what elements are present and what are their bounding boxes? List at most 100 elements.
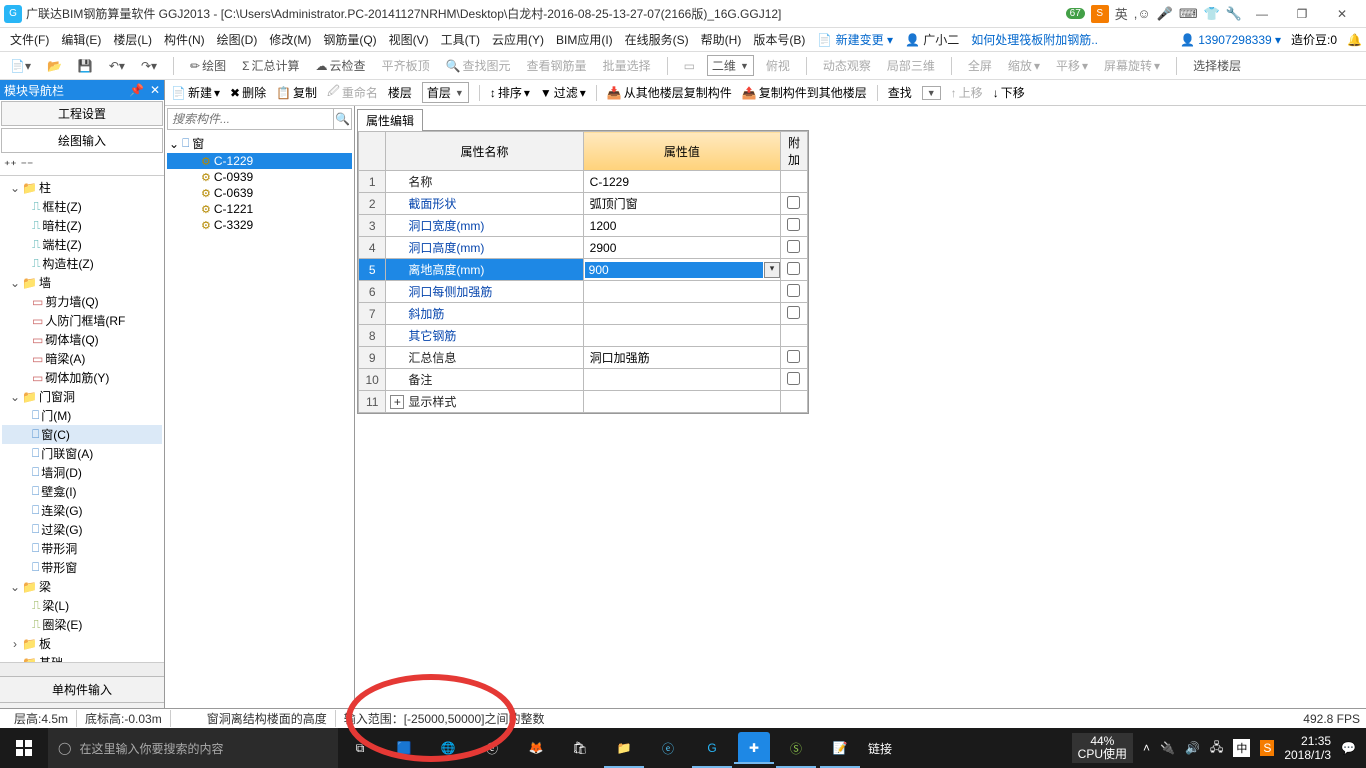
prop-name[interactable]: 洞口每侧加强筋 (386, 281, 583, 303)
find-element-button[interactable]: 🔍 查找图元 (442, 55, 515, 76)
expand-icon[interactable]: ⁺⁺ (4, 158, 17, 172)
maximize-button[interactable]: ❐ (1282, 1, 1322, 27)
menu-component[interactable]: 构件(N) (158, 29, 211, 50)
extra-check[interactable] (787, 240, 800, 253)
comp-item[interactable]: ⚙C-0939 (167, 169, 352, 185)
new-file-icon[interactable]: 📄▾ (6, 57, 35, 75)
menu-version[interactable]: 版本号(B) (747, 29, 811, 50)
dropdown-icon[interactable]: ▾ (764, 262, 780, 278)
filter-button[interactable]: ▼ 过滤 ▾ (540, 84, 586, 101)
tree-item[interactable]: ⎍构造柱(Z) (2, 254, 162, 273)
clock[interactable]: 21:352018/1/3 (1284, 734, 1331, 763)
tree-item[interactable]: ▭砌体加筋(Y) (2, 368, 162, 387)
app-icon-2[interactable]: 🌐 (426, 728, 470, 768)
tree-group-column[interactable]: ⌄📁柱 (2, 178, 162, 197)
copy-from-floor-button[interactable]: 📥 从其他楼层复制构件 (607, 84, 732, 101)
firefox-icon[interactable]: 🦊 (514, 728, 558, 768)
prop-val[interactable]: C-1229 (583, 171, 780, 193)
prop-val[interactable] (583, 281, 780, 303)
prop-name[interactable]: 洞口高度(mm) (386, 237, 583, 259)
move-up-button[interactable]: ↑ 上移 (951, 84, 983, 101)
box-icon[interactable]: ▭ (680, 57, 699, 75)
bell-icon[interactable]: 🔔 (1347, 33, 1362, 47)
new-button[interactable]: 📄 新建 ▾ (171, 84, 220, 101)
tree-item[interactable]: ⎍端柱(Z) (2, 235, 162, 254)
property-grid[interactable]: 属性名称 属性值 附加 1名称C-1229 2截面形状弧顶门窗 3洞口宽度(mm… (357, 130, 809, 414)
tray-power-icon[interactable]: 🔌 (1160, 741, 1175, 755)
comp-root[interactable]: ⌄⎕窗 (167, 134, 352, 153)
menu-modify[interactable]: 修改(M) (263, 29, 317, 50)
extra-check[interactable] (787, 196, 800, 209)
redo-icon[interactable]: ↷▾ (137, 57, 161, 75)
tree-item-window[interactable]: ⎕窗(C) (2, 425, 162, 444)
sogou-icon[interactable]: S (1091, 5, 1109, 23)
tree-group-foundation[interactable]: ⌄📁基础 (2, 653, 162, 662)
menu-help[interactable]: 帮助(H) (695, 29, 748, 50)
tree-item[interactable]: ⎍框柱(Z) (2, 197, 162, 216)
col-extra[interactable]: 附加 (780, 132, 807, 171)
explorer-icon[interactable]: 📁 (602, 728, 646, 768)
extra-check[interactable] (787, 372, 800, 385)
prop-name[interactable]: 备注 (386, 369, 583, 391)
rotate-button[interactable]: 屏幕旋转 ▾ (1100, 55, 1164, 76)
tree-item[interactable]: ⎍圈梁(E) (2, 615, 162, 634)
col-name[interactable]: 属性名称 (386, 132, 583, 171)
save-icon[interactable]: 💾 (74, 57, 97, 75)
ime-indicator[interactable]: 中 (1233, 739, 1250, 757)
notification-icon[interactable]: 💬 (1341, 741, 1356, 755)
col-value[interactable]: 属性值 (583, 132, 780, 171)
tree-item[interactable]: ⎕带形洞 (2, 539, 162, 558)
ime-tool-icon[interactable]: 👕 (1204, 6, 1220, 22)
task-view-icon[interactable]: ⧉ (338, 728, 382, 768)
search-box[interactable]: 🔍 (167, 108, 352, 130)
edge-icon[interactable]: ⓔ (470, 728, 514, 768)
delete-button[interactable]: ✖ 删除 (230, 84, 266, 101)
app-icon-plus[interactable]: ✚ (738, 732, 770, 764)
menu-bim[interactable]: BIM应用(I) (550, 29, 619, 50)
prop-val-editing[interactable]: 900▾ (583, 259, 780, 281)
tab-project-settings[interactable]: 工程设置 (1, 101, 163, 126)
prop-val[interactable]: 弧顶门窗 (583, 193, 780, 215)
extra-check[interactable] (787, 350, 800, 363)
tree-item[interactable]: ⎕墙洞(D) (2, 463, 162, 482)
menu-cloud[interactable]: 云应用(Y) (486, 29, 550, 50)
nav-tree[interactable]: ⌄📁柱 ⎍框柱(Z) ⎍暗柱(Z) ⎍端柱(Z) ⎍构造柱(Z) ⌄📁墙 ▭剪力… (0, 176, 164, 662)
tree-item[interactable]: ⎕过梁(G) (2, 520, 162, 539)
menu-file[interactable]: 文件(F) (4, 29, 55, 50)
store-icon[interactable]: 🛍 (558, 728, 602, 768)
tree-item[interactable]: ▭人防门框墙(RF (2, 311, 162, 330)
ime-kbd-icon[interactable]: ⌨ (1179, 6, 1198, 22)
move-down-button[interactable]: ↓ 下移 (993, 84, 1025, 101)
tree-item[interactable]: ⎕连梁(G) (2, 501, 162, 520)
menu-draw[interactable]: 绘图(D) (211, 29, 264, 50)
cpu-meter[interactable]: 44%CPU使用 (1072, 733, 1133, 763)
batch-select-button[interactable]: 批量选择 (599, 55, 655, 76)
prop-val[interactable] (583, 391, 780, 413)
user-label[interactable]: 👤 广小二 (899, 29, 965, 50)
tray-volume-icon[interactable]: 🔊 (1185, 741, 1200, 755)
prop-name[interactable]: +显示样式 (386, 391, 583, 413)
prop-name[interactable]: 其它钢筋 (386, 325, 583, 347)
app-icon-s[interactable]: Ⓢ (774, 728, 818, 768)
collapse-icon[interactable]: ⁻⁻ (21, 158, 34, 172)
undo-icon[interactable]: ↶▾ (105, 57, 129, 75)
ime-wrench-icon[interactable]: 🔧 (1226, 6, 1242, 22)
sum-button[interactable]: Σ 汇总计算 (238, 55, 303, 76)
tray-up-icon[interactable]: ˄ (1143, 741, 1150, 755)
cloud-check-button[interactable]: ☁ 云检查 (312, 55, 370, 76)
prop-name[interactable]: 截面形状 (386, 193, 583, 215)
tree-item[interactable]: ⎍梁(L) (2, 596, 162, 615)
help-link[interactable]: 如何处理筏板附加钢筋.. (965, 29, 1104, 50)
prop-val[interactable]: 1200 (583, 215, 780, 237)
tray-sogou-icon[interactable]: S (1260, 740, 1274, 756)
pin-icon[interactable]: 📌 (129, 83, 144, 97)
phone-label[interactable]: 👤 13907298339 ▾ (1180, 33, 1281, 47)
taskbar-search[interactable]: ◯ 在这里输入你要搜索的内容 (48, 728, 338, 768)
tree-item[interactable]: ⎍暗柱(Z) (2, 216, 162, 235)
prop-name[interactable]: 洞口宽度(mm) (386, 215, 583, 237)
prop-val[interactable]: 2900 (583, 237, 780, 259)
tree-group-wall[interactable]: ⌄📁墙 (2, 273, 162, 292)
find-combo[interactable]: ▼ (922, 86, 941, 100)
find-label[interactable]: 查找 (888, 84, 912, 101)
top-view-button[interactable]: 俯视 (762, 55, 794, 76)
